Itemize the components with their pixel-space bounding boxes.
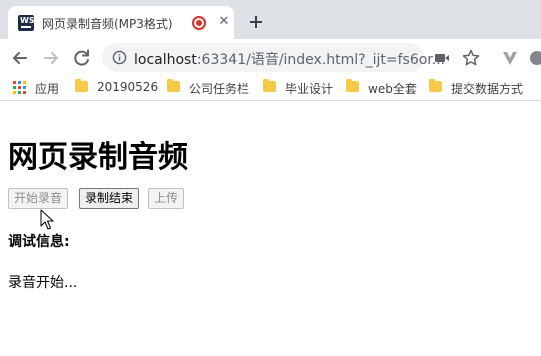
bookmark-label: 毕业设计 xyxy=(285,82,334,96)
url-path: :63341/语音/index.html?_ijt=fs6or... xyxy=(196,52,446,68)
bookmark-label: 应用 xyxy=(35,82,60,96)
folder-icon xyxy=(346,79,359,92)
tab-close-icon[interactable]: ✕ xyxy=(216,14,232,30)
reload-icon[interactable] xyxy=(71,47,93,69)
tab-title: 网页录制音频(MP3格式) xyxy=(42,17,173,31)
browser-tab[interactable]: WS 网页录制音频(MP3格式) ✕ xyxy=(8,6,234,39)
url-host: localhost xyxy=(134,52,197,68)
extension-icon[interactable] xyxy=(527,48,541,68)
bookmark-star-icon[interactable] xyxy=(461,48,481,68)
apps-grid-icon xyxy=(13,81,26,94)
webstorm-favicon-icon: WS xyxy=(18,15,35,31)
extension-v-icon[interactable] xyxy=(500,48,520,68)
folder-icon xyxy=(263,79,276,92)
url-text[interactable]: localhost:63341/语音/index.html?_ijt=fs6or… xyxy=(134,49,445,69)
folder-icon xyxy=(429,79,442,92)
bookmark-label: web全套 xyxy=(368,82,417,96)
recording-indicator-icon xyxy=(192,16,206,30)
new-tab-plus-icon[interactable] xyxy=(246,12,266,32)
tab-strip: WS 网页录制音频(MP3格式) ✕ xyxy=(0,0,541,39)
bookmarks-bar: 应用 20190526 公司任务栏 毕业设计 web全套 提交数据方式 xyxy=(0,76,541,101)
browser-toolbar: localhost:63341/语音/index.html?_ijt=fs6or… xyxy=(0,39,541,76)
page-content: 网页录制音频 开始录音 录制结束 上传 调试信息: 录音开始... xyxy=(0,102,541,356)
upload-button[interactable]: 上传 xyxy=(148,188,185,209)
page-heading: 网页录制音频 xyxy=(8,140,188,175)
camera-icon[interactable] xyxy=(432,48,452,68)
forward-arrow-icon[interactable] xyxy=(40,47,62,69)
debug-info-label: 调试信息: xyxy=(8,234,70,250)
site-info-icon[interactable] xyxy=(112,50,127,65)
bookmark-label: 20190526 xyxy=(97,80,159,94)
folder-icon xyxy=(167,79,180,92)
folder-icon xyxy=(75,79,88,92)
address-bar[interactable]: localhost:63341/语音/index.html?_ijt=fs6or… xyxy=(102,43,445,72)
start-recording-button[interactable]: 开始录音 xyxy=(8,188,69,209)
stop-recording-button[interactable]: 录制结束 xyxy=(79,188,140,209)
back-arrow-icon[interactable] xyxy=(9,47,31,69)
mouse-pointer-icon xyxy=(40,209,54,230)
bookmark-label: 提交数据方式 xyxy=(451,82,524,96)
recording-status-text: 录音开始... xyxy=(8,275,78,291)
bookmark-label: 公司任务栏 xyxy=(189,82,250,96)
